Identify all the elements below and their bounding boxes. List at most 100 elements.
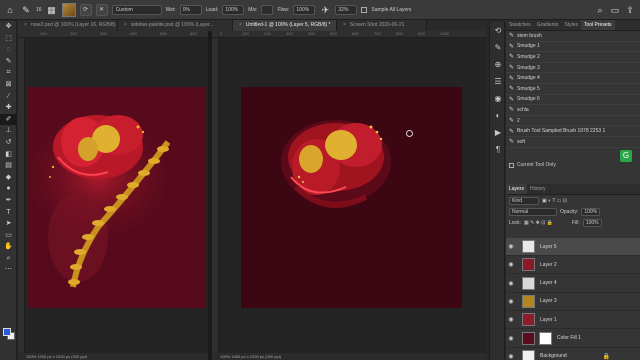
layer-name[interactable]: Background [540,353,567,359]
current-tool-only-checkbox[interactable] [509,162,514,168]
close-icon[interactable]: × [343,22,346,28]
current-load-swatch[interactable] [61,2,76,17]
hand-tool-icon[interactable]: ✋ [0,241,17,253]
gradient-tool-icon[interactable]: ▤ [0,160,17,172]
crop-tool-icon[interactable]: ⌗ [0,67,17,79]
load-field[interactable]: 100% [222,4,245,15]
foreground-color-swatch[interactable] [3,328,11,336]
visibility-eye-icon[interactable]: ◉ [506,243,516,250]
visibility-eye-icon[interactable]: ◉ [506,335,516,342]
flow-field[interactable]: 100% [293,4,316,15]
layer-row[interactable]: ◉ Layer 3 [506,293,640,311]
brush-size[interactable]: 16 [36,7,42,13]
tab-styles[interactable]: Styles [561,20,581,30]
layer-thumbnail[interactable] [522,240,535,253]
list-item[interactable]: ✎ Smudge 4 [506,73,640,84]
brush-settings-icon[interactable]: ✎ [490,39,506,56]
frame-tool-icon[interactable]: ⊠ [0,79,17,91]
list-item[interactable]: ✎ Smudge 6 [506,95,640,106]
tab-tool-presets[interactable]: Tool Presets [581,20,615,30]
list-item[interactable]: ✎ schla [506,105,640,116]
libraries-icon[interactable]: ◉ [490,90,506,107]
more-tools-icon[interactable]: ⋯ [0,264,17,276]
tab-gradients[interactable]: Gradients [534,20,562,30]
list-item[interactable]: ✎ stem brush [506,31,640,42]
layer-name[interactable]: Layer 2 [540,262,557,268]
tab-history[interactable]: History [527,184,549,194]
pen-tool-icon[interactable]: ✒ [0,195,17,207]
quick-select-tool-icon[interactable]: ✎ [0,56,17,68]
history-brush-tool-icon[interactable]: ↺ [0,137,17,149]
list-item[interactable]: ✎ 2 [506,116,640,127]
eyedropper-tool-icon[interactable]: ⁄ [0,91,17,103]
list-item[interactable]: ✎ Smudge 5 [506,84,640,95]
close-icon[interactable]: × [24,22,27,28]
layer-thumbnail[interactable] [522,313,535,327]
clone-source-icon[interactable]: ⊕ [490,56,506,73]
tab-sidebar-palette[interactable]: × sidebar-palette.psd @ 100% (Layer... [118,20,233,31]
layer-row[interactable]: ◉ Layer 1 [506,311,640,330]
layer-thumbnail[interactable] [522,349,535,360]
brush-panel-icon[interactable]: ▦ [46,4,58,16]
layer-row[interactable]: ◉ Layer 2 [506,256,640,275]
eraser-tool-icon[interactable]: ◧ [0,149,17,161]
properties-icon[interactable]: ☰ [490,73,506,90]
list-item[interactable]: ✎ Smudge 2 [506,52,640,63]
visibility-eye-icon[interactable]: ◉ [506,261,516,268]
share-icon[interactable]: ⇪ [624,4,636,16]
workspace-icon[interactable]: ▭ [609,4,621,16]
canvas-rose-left[interactable] [28,87,206,308]
layer-row[interactable]: ◉ Layer 5 [506,238,640,256]
clean-brush-button[interactable]: ✕ [95,3,108,16]
visibility-eye-icon[interactable]: ◉ [506,298,516,305]
lock-icons[interactable]: ▦ ✎ ✥ ⊡ 🔒 [524,220,553,226]
dodge-tool-icon[interactable]: ● [0,183,17,195]
visibility-eye-icon[interactable]: ◉ [506,316,516,323]
status-green-icon[interactable]: G [620,150,632,162]
tab-swatches[interactable]: Swatches [506,20,534,30]
visibility-eye-icon[interactable]: ◉ [506,280,516,287]
search-icon[interactable]: ⌕ [594,4,606,16]
list-item[interactable]: ✎ Smudge 3 [506,63,640,74]
lasso-tool-icon[interactable]: ◌ [0,44,17,56]
tab-untitled-1[interactable]: × Untitled-1 @ 100% (Layer 5, RGB/8) * [233,20,337,31]
layer-kind-filter[interactable]: Kind [509,196,539,205]
tab-layers[interactable]: Layers [506,184,528,194]
home-icon[interactable]: ⌂ [4,4,16,16]
shape-tool-icon[interactable]: ▭ [0,230,17,242]
layer-thumbnail[interactable] [522,294,535,308]
layer-thumbnail[interactable] [522,258,535,272]
zoom-tool-icon[interactable]: ⌕ [0,253,17,265]
layer-thumbnail[interactable] [522,276,535,290]
tab-screen-shot[interactable]: × Screen Shot 2020-06-21 [337,20,427,31]
load-brush-button[interactable]: ⟳ [79,3,92,16]
layer-row[interactable]: ◉ Color Fill 1 [506,330,640,348]
list-item[interactable]: ✎ Brush Tool Sampled Brush 1978 2253 1 [506,126,640,137]
list-item[interactable]: ✎ Smudge 1 [506,42,640,53]
list-item[interactable]: ✎ soft [506,137,640,148]
layer-thumbnail[interactable] [522,331,535,345]
layer-name[interactable]: Layer 4 [540,280,557,286]
adjustments-icon[interactable]: ◐ [490,107,506,124]
current-tool-only[interactable]: Current Tool Only [509,162,556,168]
fill-field[interactable]: 100% [582,218,602,227]
blend-mode-select[interactable]: Normal [509,207,557,216]
opacity-field[interactable]: 100% [581,207,601,216]
visibility-eye-icon[interactable]: ◉ [506,353,516,360]
clone-stamp-tool-icon[interactable]: ⊥ [0,125,17,137]
smoothing-field[interactable]: 32% [335,4,358,15]
history-panel-icon[interactable]: ⟲ [490,22,506,39]
layer-mask-thumbnail[interactable] [539,331,552,345]
brush-tool-icon[interactable]: ✐ [0,113,17,126]
wet-field[interactable]: 0% [179,4,202,15]
layer-row[interactable]: ◉ Background 🔒 [506,348,640,360]
path-select-tool-icon[interactable]: ➤ [0,218,17,230]
sample-all-layers-checkbox[interactable] [361,6,368,13]
layer-name[interactable]: Layer 1 [540,317,557,323]
mix-field[interactable] [261,4,274,15]
move-tool-icon[interactable]: ✥ [0,21,17,33]
mixer-brush-icon[interactable]: ✎ [20,4,32,16]
close-icon[interactable]: × [239,22,242,28]
close-icon[interactable]: × [124,22,127,28]
paragraph-icon[interactable]: ¶ [490,141,506,158]
